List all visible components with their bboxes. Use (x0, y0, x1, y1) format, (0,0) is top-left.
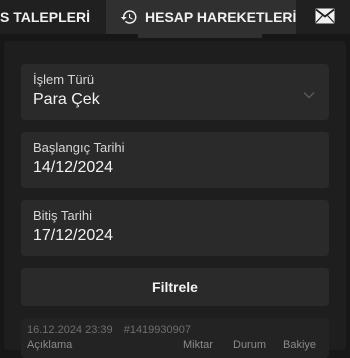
tab-talepleri-label: S TALEPLERİ (0, 9, 90, 25)
mail-icon (315, 8, 335, 27)
filter-button-label: Filtrele (152, 279, 198, 295)
record-id: #1419930907 (123, 324, 191, 336)
end-date-field[interactable]: Bitiş Tarihi 17/12/2024 (21, 200, 329, 256)
record-meta: 16.12.2024 23:39 #1419930907 (27, 324, 191, 336)
start-date-value: 14/12/2024 (33, 159, 114, 176)
tab-bar: S TALEPLERİ HESAP HAREKETLERİ (0, 0, 350, 34)
tab-talepleri[interactable]: S TALEPLERİ (0, 0, 90, 34)
record-datetime: 16.12.2024 23:39 (27, 324, 113, 336)
tab-hesap-hareketleri[interactable]: HESAP HAREKETLERİ (106, 0, 296, 34)
end-date-value: 17/12/2024 (33, 227, 114, 244)
transaction-type-label: İşlem Türü (33, 72, 95, 87)
column-status: Durum (233, 339, 267, 351)
start-date-label: Başlangıç Tarihi (33, 140, 125, 155)
end-date-label: Bitiş Tarihi (33, 208, 93, 223)
start-date-field[interactable]: Başlangıç Tarihi 14/12/2024 (21, 132, 329, 188)
column-description: Açıklama (27, 339, 73, 351)
tab-messages[interactable] (314, 0, 350, 34)
column-balance: Bakiye (283, 339, 317, 351)
tab-hesap-hareketleri-label: HESAP HAREKETLERİ (145, 9, 297, 25)
history-icon (120, 8, 138, 26)
chevron-down-icon (303, 86, 315, 104)
transaction-type-select[interactable]: İşlem Türü Para Çek (21, 64, 329, 120)
column-amount: Miktar (183, 339, 213, 351)
active-tab-indicator (138, 34, 262, 38)
filter-button[interactable]: Filtrele (21, 268, 329, 306)
transaction-type-value: Para Çek (33, 91, 100, 108)
transaction-record[interactable]: 16.12.2024 23:39 #1419930907 Açıklama Mi… (21, 318, 329, 358)
